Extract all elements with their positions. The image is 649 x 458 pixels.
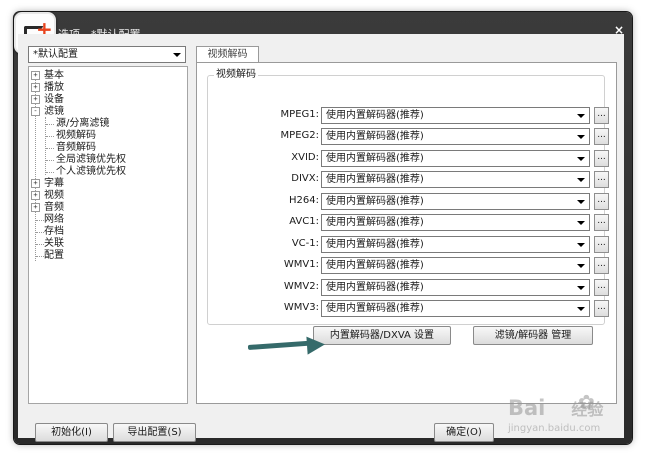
export-config-button[interactable]: 导出配置(S) — [113, 423, 196, 442]
settings-tree: + 基本 + 播放 + 设备 - 滤镜 源/分离滤镜 视频解码 音频解码 全局滤镜优先权… — [28, 66, 188, 404]
profile-select-value: *默认配置 — [33, 49, 78, 60]
tree-item-audio[interactable]: + 音频 — [31, 202, 64, 214]
tree-item-subtitles[interactable]: + 字幕 — [31, 178, 64, 190]
decoder-label: MPEG1: — [280, 109, 319, 120]
baidu-watermark: Bai 经验 ✿ jingyan.baidu.com — [508, 390, 604, 434]
expand-icon[interactable]: + — [31, 83, 40, 92]
decoder-select-wmv2[interactable]: 使用内置解码器(推荐) — [321, 279, 590, 296]
tree-item-playback[interactable]: + 播放 — [31, 82, 64, 94]
decoder-label: WMV2: — [283, 281, 319, 292]
decoder-options-button[interactable]: ... — [594, 193, 609, 210]
decoder-select-h264[interactable]: 使用内置解码器(推荐) — [321, 193, 590, 210]
tab-video-decoding[interactable]: 视频解码 — [196, 46, 259, 63]
dxva-settings-button[interactable]: 内置解码器/DXVA 设置 — [313, 326, 451, 345]
expand-icon[interactable]: + — [31, 203, 40, 212]
group-title: 视频解码 — [214, 69, 258, 81]
ok-button[interactable]: 确定(O) — [434, 423, 494, 442]
chevron-down-icon — [577, 200, 585, 204]
tree-item-basic[interactable]: + 基本 — [31, 70, 64, 82]
tree-item-video-decoding[interactable]: 视频解码 — [56, 130, 96, 142]
chevron-down-icon — [577, 114, 585, 118]
decoder-select-divx[interactable]: 使用内置解码器(推荐) — [321, 171, 590, 188]
decoder-options-button[interactable]: ... — [594, 300, 609, 317]
profile-select[interactable]: *默认配置 — [28, 46, 186, 63]
chevron-down-icon — [577, 178, 585, 182]
decoder-label: AVC1: — [289, 216, 319, 227]
tree-item-association[interactable]: 关联 — [44, 238, 64, 250]
annotation-arrow-head — [306, 335, 326, 355]
chevron-down-icon — [173, 53, 181, 57]
chevron-down-icon — [577, 286, 585, 290]
decoder-options-button[interactable]: ... — [594, 150, 609, 167]
decoder-options-button[interactable]: ... — [594, 257, 609, 274]
expand-icon[interactable]: + — [31, 95, 40, 104]
tree-item-network[interactable]: 网络 — [44, 214, 64, 226]
decoder-select-wmv3[interactable]: 使用内置解码器(推荐) — [321, 300, 590, 317]
tree-item-archive[interactable]: 存档 — [44, 226, 64, 238]
tree-item-video[interactable]: + 视频 — [31, 190, 64, 202]
expand-icon[interactable]: + — [31, 179, 40, 188]
chevron-down-icon — [577, 307, 585, 311]
decoder-select-vc1[interactable]: 使用内置解码器(推荐) — [321, 236, 590, 253]
init-button[interactable]: 初始化(I) — [35, 423, 108, 442]
chevron-down-icon — [577, 157, 585, 161]
decoder-select-xvid[interactable]: 使用内置解码器(推荐) — [321, 150, 590, 167]
decoder-label: VC-1: — [291, 238, 319, 249]
tree-item-device[interactable]: + 设备 — [31, 94, 64, 106]
decoder-options-button[interactable]: ... — [594, 107, 609, 124]
expand-icon[interactable]: + — [31, 191, 40, 200]
paw-icon: ✿ — [578, 390, 595, 414]
decoder-select-wmv1[interactable]: 使用内置解码器(推荐) — [321, 257, 590, 274]
decoder-options-button[interactable]: ... — [594, 171, 609, 188]
decoder-select-mpeg2[interactable]: 使用内置解码器(推荐) — [321, 128, 590, 145]
decoder-options-button[interactable]: ... — [594, 279, 609, 296]
decoder-label: DIVX: — [291, 173, 319, 184]
chevron-down-icon — [577, 135, 585, 139]
chevron-down-icon — [577, 264, 585, 268]
tree-item-global-filter-priority[interactable]: 全局滤镜优先权 — [56, 154, 126, 166]
dialog-client-area: *默认配置 + 基本 + 播放 + 设备 - 滤镜 源/分离滤镜 视频解码 音频解码 全… — [18, 34, 624, 442]
tree-item-source-splitter[interactable]: 源/分离滤镜 — [56, 118, 109, 130]
decoder-select-mpeg1[interactable]: 使用内置解码器(推荐) — [321, 107, 590, 124]
decoder-label: XVID: — [291, 152, 319, 163]
tree-item-config[interactable]: 配置 — [44, 250, 64, 262]
collapse-icon[interactable]: - — [31, 107, 40, 116]
decoder-options-button[interactable]: ... — [594, 236, 609, 253]
tab-panel: 视频解码 MPEG1: 使用内置解码器(推荐) ... MPEG2: 使用内置解… — [196, 62, 617, 404]
tree-item-personal-filter-priority[interactable]: 个人滤镜优先权 — [56, 166, 126, 178]
decoder-options-button[interactable]: ... — [594, 128, 609, 145]
decoder-label: MPEG2: — [280, 130, 319, 141]
decoder-options-button[interactable]: ... — [594, 214, 609, 231]
filter-manager-button[interactable]: 滤镜/解码器 管理 — [473, 326, 593, 345]
chevron-down-icon — [577, 243, 585, 247]
tree-item-audio-decoding[interactable]: 音频解码 — [56, 142, 96, 154]
decoder-select-avc1[interactable]: 使用内置解码器(推荐) — [321, 214, 590, 231]
chevron-down-icon — [577, 221, 585, 225]
decoder-label: H264: — [289, 195, 319, 206]
decoder-label: WMV3: — [283, 302, 319, 313]
decoder-label: WMV1: — [283, 259, 319, 270]
expand-icon[interactable]: + — [31, 71, 40, 80]
tree-item-filters[interactable]: - 滤镜 — [31, 106, 64, 118]
